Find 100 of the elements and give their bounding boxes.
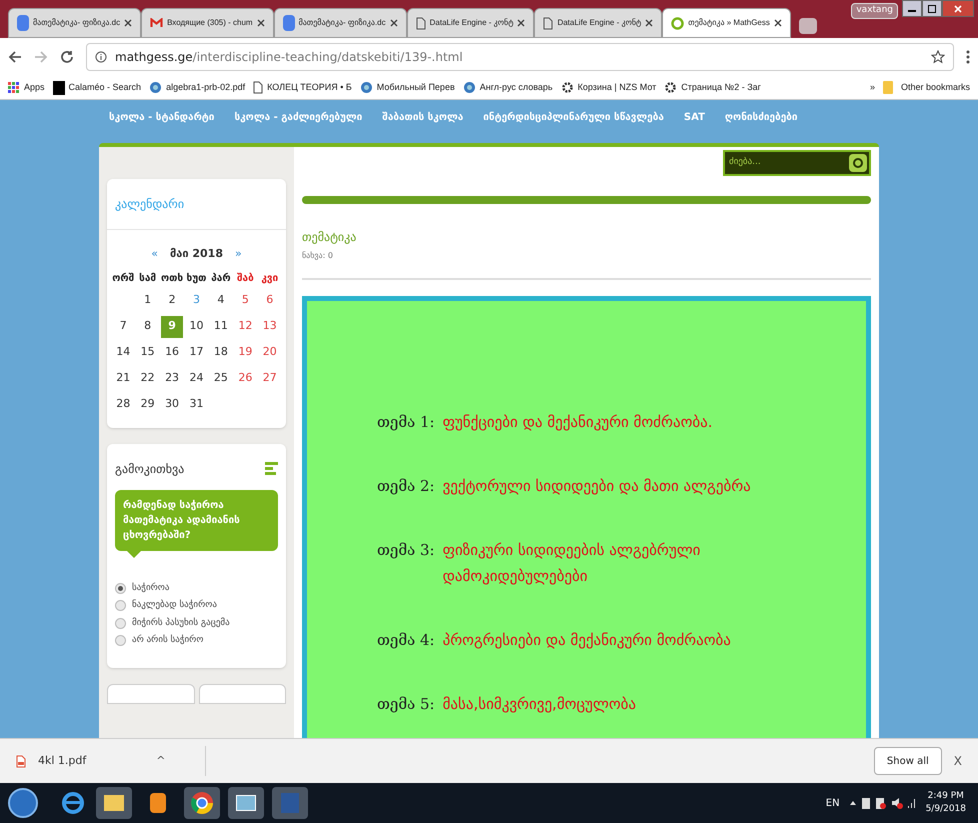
gear-icon <box>560 81 574 94</box>
calendar-day: 14 <box>112 342 134 364</box>
close-button[interactable] <box>942 0 974 17</box>
weekday-label: პარ <box>210 272 232 286</box>
weekday-label: ორშ <box>111 272 136 286</box>
show-all-button[interactable]: Show all <box>874 747 942 775</box>
radio-button[interactable] <box>115 635 126 646</box>
clock-time[interactable]: 2:49 PM <box>928 790 964 803</box>
browser-tab[interactable]: მათემატიკა- ფიზიკა.dc <box>274 8 407 38</box>
calendar-day: 29 <box>136 394 159 416</box>
close-icon <box>954 4 962 12</box>
calendar-day: 12 <box>234 316 257 338</box>
back-icon[interactable] <box>8 50 22 64</box>
calendar-day: 4 <box>210 290 232 312</box>
globe-icon <box>462 81 476 94</box>
keyboard-language[interactable]: EN <box>826 796 840 810</box>
calendar-day: 15 <box>136 342 159 364</box>
question-bubble: რამდენად საჭიროა მათემატიკა ადამიანის ცხოვრებაში? <box>115 490 278 550</box>
more-bookmarks[interactable]: » <box>870 80 875 94</box>
calendar-day: 9 <box>160 316 184 338</box>
pdf-file-icon <box>16 754 26 768</box>
search-icon[interactable] <box>849 154 867 172</box>
topic-label: თემა 5: <box>377 694 435 715</box>
calendar-day: 10 <box>185 316 208 338</box>
bookmark-link[interactable]: Корзина | NZS Мот <box>578 80 656 94</box>
chrome-icon[interactable] <box>184 787 220 819</box>
bookmark-link[interactable]: Apps <box>24 80 45 94</box>
weekday-label: სამ <box>138 272 158 286</box>
topic-text: მასა,სიმკვრივე,მოცულობა <box>442 694 638 715</box>
calendar-day: 21 <box>112 368 134 390</box>
reload-icon[interactable] <box>60 50 74 64</box>
page-icon <box>253 81 264 94</box>
close-icon[interactable] <box>124 19 132 27</box>
tab-title: თემატიკა » MathGess <box>688 17 770 29</box>
caret-icon[interactable]: ^ <box>156 752 166 770</box>
radio-button[interactable] <box>115 618 126 629</box>
menu-icon[interactable] <box>966 50 970 64</box>
bookmark-link[interactable]: Страница №2 - Заг <box>681 80 761 94</box>
document-icon <box>17 15 29 31</box>
browser-tab[interactable]: DataLife Engine - კონტ <box>534 8 662 38</box>
folder-icon <box>882 81 893 94</box>
browser-tab[interactable]: DataLife Engine - კონტ <box>406 8 534 38</box>
download-file-name[interactable]: 4kl 1.pdf <box>38 752 86 770</box>
star-icon[interactable] <box>931 50 945 64</box>
bookmark-link[interactable]: Calaméo - Search <box>68 80 142 94</box>
tab-title: Входящие (305) - chum <box>167 17 253 29</box>
calendar-day: 18 <box>210 342 232 364</box>
next-month-link[interactable]: » <box>235 246 242 262</box>
close-icon[interactable] <box>390 19 398 27</box>
close-icon[interactable] <box>256 19 265 27</box>
close-download-bar[interactable]: X <box>954 752 962 770</box>
topic-text: ფუნქციები და მექანიკური მოძრაობა. <box>442 412 714 433</box>
browser-tab[interactable]: Входящие (305) - chum <box>141 8 274 38</box>
views-count: ნახვა: 0 <box>302 250 334 262</box>
picture-viewer-icon[interactable] <box>228 787 264 819</box>
tray-icons-drawing[interactable] <box>848 796 918 810</box>
radio-button[interactable] <box>115 582 126 594</box>
poll-option: მიჭირს პასუხის გაცემა <box>132 616 230 630</box>
calendar-day: 5 <box>234 290 257 312</box>
browser-tab[interactable]: თემატიკა » MathGess <box>662 8 791 38</box>
bubble-pointer <box>127 550 141 558</box>
poll-option: ნაკლებად საჭიროა <box>132 599 217 612</box>
minimize-button[interactable] <box>902 0 922 17</box>
calendar-day: 28 <box>112 394 134 416</box>
calendar-day: 22 <box>136 368 159 390</box>
previous-month-link[interactable]: « <box>151 246 158 262</box>
globe-icon <box>360 81 373 94</box>
weekday-label: ხუთ <box>186 272 208 286</box>
bookmark-link[interactable]: КОЛЕЦ ТЕОРИЯ • Б <box>267 80 352 94</box>
bookmark-link[interactable]: Мобильный Перев <box>376 80 455 94</box>
square-icon <box>52 80 65 94</box>
calendar-day: 24 <box>185 368 208 390</box>
tab-title: DataLife Engine - კონტ <box>557 17 642 29</box>
user-name[interactable]: vaxtang <box>851 3 898 18</box>
maximize-button[interactable] <box>922 0 942 17</box>
bookmark-link[interactable]: Англ-рус словарь <box>480 80 553 94</box>
calendar-day: 25 <box>210 368 232 390</box>
start-button[interactable] <box>8 788 38 818</box>
clock-date[interactable]: 5/9/2018 <box>926 803 966 816</box>
ring-icon <box>671 16 684 30</box>
calendar-day: 31 <box>185 394 208 416</box>
new-tab-button[interactable] <box>798 18 817 34</box>
radio-button[interactable] <box>115 600 126 612</box>
close-icon[interactable] <box>517 19 526 27</box>
page-icon <box>416 16 426 30</box>
address-bar[interactable]: mathgess.ge/interdiscipline-teaching/datskebiti/139-.html <box>86 43 954 71</box>
bookmark-link[interactable]: algebra1-prb-02.pdf <box>166 80 246 94</box>
list-icon <box>265 462 278 475</box>
page-icon <box>543 16 554 30</box>
calendar-day: 6 <box>258 290 281 312</box>
calendar-title: კალენდარი <box>107 179 286 230</box>
browser-tab[interactable]: მათემატიკა- ფიზიკა.dc <box>8 8 142 38</box>
weekday-label: კვი <box>260 272 280 286</box>
maximize-icon <box>928 4 936 12</box>
calendar-day: 17 <box>185 342 208 364</box>
close-icon[interactable] <box>774 19 782 27</box>
calendar-day: 11 <box>210 316 232 338</box>
close-icon[interactable] <box>645 19 654 27</box>
folder-icon[interactable] <box>96 787 132 819</box>
bookmark-folder[interactable]: Other bookmarks <box>900 80 970 94</box>
